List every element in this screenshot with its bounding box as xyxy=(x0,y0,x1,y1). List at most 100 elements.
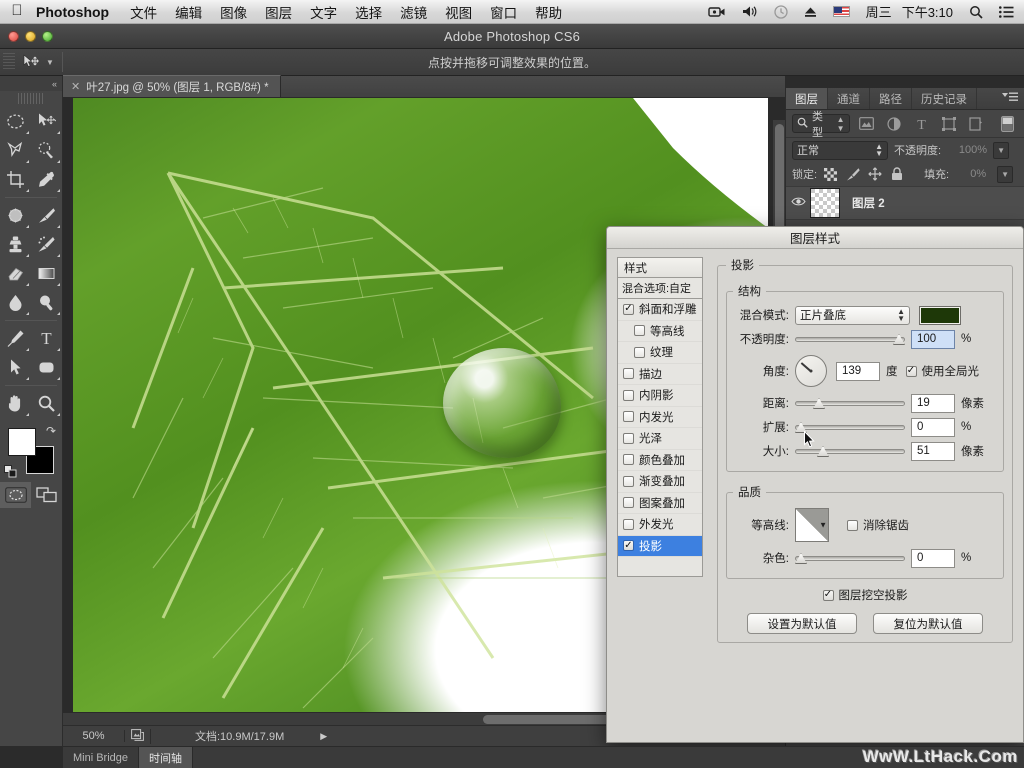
fill-value[interactable]: 0% xyxy=(954,168,986,180)
style-item-inner-shadow[interactable]: 内阴影 xyxy=(618,385,702,407)
dodge-tool[interactable] xyxy=(31,288,62,317)
gradient-tool[interactable] xyxy=(31,259,62,288)
stepper-icon[interactable]: ▲▼ xyxy=(837,115,845,133)
opacity-slider[interactable] xyxy=(795,332,905,346)
search-icon[interactable] xyxy=(961,5,991,19)
chevron-down-icon[interactable]: ▼ xyxy=(819,521,827,530)
shape-layer-filter-icon[interactable] xyxy=(938,114,959,134)
layer-row-1[interactable]: 图层 2 xyxy=(786,186,1024,220)
document-tab[interactable]: ✕ 叶27.jpg @ 50% (图层 1, RGB/8#) * xyxy=(63,75,281,97)
stepper-icon[interactable]: ▲▼ xyxy=(897,308,905,322)
style-item-inner-glow[interactable]: 内发光 xyxy=(618,407,702,429)
adjustment-layer-filter-icon[interactable] xyxy=(883,114,904,134)
checkbox-contour[interactable] xyxy=(634,325,645,336)
style-item-drop-shadow[interactable]: ✓ 投影 xyxy=(618,536,702,558)
smart-object-filter-icon[interactable] xyxy=(965,114,986,134)
collapse-panel-icon[interactable]: « xyxy=(0,76,62,91)
lock-transparency-icon[interactable] xyxy=(822,166,839,183)
filter-toggle-icon[interactable] xyxy=(997,114,1018,134)
checkbox-outer-glow[interactable] xyxy=(623,519,634,530)
shape-tool[interactable] xyxy=(31,353,62,382)
menu-layer[interactable]: 图层 xyxy=(256,2,301,22)
checkbox-global-light[interactable]: ✓ xyxy=(906,366,917,377)
style-item-texture[interactable]: 纹理 xyxy=(618,342,702,364)
fill-chevron-down-icon[interactable]: ▼ xyxy=(997,166,1013,183)
menu-select[interactable]: 选择 xyxy=(346,2,391,22)
volume-icon[interactable] xyxy=(734,5,766,18)
size-input[interactable]: 51 xyxy=(911,442,955,461)
checkbox-bevel-emboss[interactable]: ✓ xyxy=(623,304,634,315)
layer-filter-kind-select[interactable]: 类型 ▲▼ xyxy=(792,114,850,133)
checkbox-texture[interactable] xyxy=(634,347,645,358)
pixel-layer-filter-icon[interactable] xyxy=(856,114,877,134)
checkbox-stroke[interactable] xyxy=(623,368,634,379)
checkbox-drop-shadow[interactable]: ✓ xyxy=(623,540,634,551)
checkbox-knockout[interactable]: ✓ xyxy=(823,590,834,601)
default-colors-icon[interactable] xyxy=(4,465,18,482)
move-tool[interactable] xyxy=(31,107,62,136)
panel-menu-icon[interactable] xyxy=(1002,92,1018,105)
toolbox-grip[interactable] xyxy=(18,93,44,104)
menu-window[interactable]: 窗口 xyxy=(481,2,526,22)
swap-colors-icon[interactable]: ↷ xyxy=(46,424,56,438)
tab-timeline[interactable]: 时间轴 xyxy=(139,747,193,768)
type-tool[interactable]: T xyxy=(31,324,62,353)
blur-tool[interactable] xyxy=(0,288,31,317)
opacity-chevron-down-icon[interactable]: ▼ xyxy=(993,142,1009,159)
checkbox-antialias[interactable] xyxy=(847,520,858,531)
tab-channels[interactable]: 通道 xyxy=(828,88,870,109)
eye-icon[interactable] xyxy=(786,196,810,210)
blend-mode-select[interactable]: 正片叠底 ▲▼ xyxy=(795,306,910,325)
lock-image-icon[interactable] xyxy=(844,166,861,183)
menu-help[interactable]: 帮助 xyxy=(526,2,571,22)
eject-icon[interactable] xyxy=(796,6,825,18)
foreground-color-swatch[interactable] xyxy=(8,428,36,456)
clone-stamp-tool[interactable] xyxy=(0,230,31,259)
checkbox-inner-shadow[interactable] xyxy=(623,390,634,401)
checkbox-inner-glow[interactable] xyxy=(623,411,634,422)
noise-input[interactable]: 0 xyxy=(911,549,955,568)
opacity-input[interactable]: 100 xyxy=(911,330,955,349)
menu-view[interactable]: 视图 xyxy=(436,2,481,22)
use-global-light-checkbox[interactable]: ✓ 使用全局光 xyxy=(906,363,980,379)
layer-name[interactable]: 图层 2 xyxy=(852,195,885,211)
blending-options-item[interactable]: 混合选项:自定 xyxy=(617,278,703,299)
checkbox-pattern-overlay[interactable] xyxy=(623,497,634,508)
quick-selection-tool[interactable] xyxy=(31,136,62,165)
distance-input[interactable]: 19 xyxy=(911,394,955,413)
menu-image[interactable]: 图像 xyxy=(211,2,256,22)
stepper-icon[interactable]: ▲▼ xyxy=(875,143,883,157)
lasso-tool[interactable] xyxy=(0,136,31,165)
checkbox-color-overlay[interactable] xyxy=(623,454,634,465)
menu-edit[interactable]: 编辑 xyxy=(166,2,211,22)
distance-slider[interactable] xyxy=(795,396,905,410)
style-item-pattern-overlay[interactable]: 图案叠加 xyxy=(618,493,702,515)
layer-thumbnail[interactable] xyxy=(810,188,840,218)
marquee-tool[interactable] xyxy=(0,107,31,136)
brush-tool[interactable] xyxy=(31,201,62,230)
path-selection-tool[interactable] xyxy=(0,353,31,382)
style-item-gradient-overlay[interactable]: 渐变叠加 xyxy=(618,471,702,493)
set-default-button[interactable]: 设置为默认值 xyxy=(747,613,857,634)
style-item-satin[interactable]: 光泽 xyxy=(618,428,702,450)
time-machine-icon[interactable] xyxy=(766,5,796,19)
eyedropper-tool[interactable] xyxy=(31,165,62,194)
tab-mini-bridge[interactable]: Mini Bridge xyxy=(63,747,139,768)
lock-position-icon[interactable] xyxy=(866,166,883,183)
screen-record-icon[interactable] xyxy=(700,6,734,18)
menu-file[interactable]: 文件 xyxy=(121,2,166,22)
style-item-bevel-emboss[interactable]: ✓ 斜面和浮雕 xyxy=(618,299,702,321)
spot-healing-tool[interactable] xyxy=(0,201,31,230)
crop-tool[interactable] xyxy=(0,165,31,194)
tab-paths[interactable]: 路径 xyxy=(870,88,912,109)
spread-input[interactable]: 0 xyxy=(911,418,955,437)
angle-dial[interactable] xyxy=(795,355,827,387)
reset-default-button[interactable]: 复位为默认值 xyxy=(873,613,983,634)
quick-mask-icon[interactable] xyxy=(0,482,31,508)
app-name-menu[interactable]: Photoshop xyxy=(34,4,121,20)
list-icon[interactable] xyxy=(991,6,1024,18)
antialias-checkbox[interactable]: 消除锯齿 xyxy=(847,517,909,533)
screen-mode-icon[interactable] xyxy=(31,482,62,508)
menu-filter[interactable]: 滤镜 xyxy=(391,2,436,22)
layer-style-dialog[interactable]: 图层样式 样式 混合选项:自定 ✓ 斜面和浮雕 等高线 纹理 描边 xyxy=(606,226,1024,743)
